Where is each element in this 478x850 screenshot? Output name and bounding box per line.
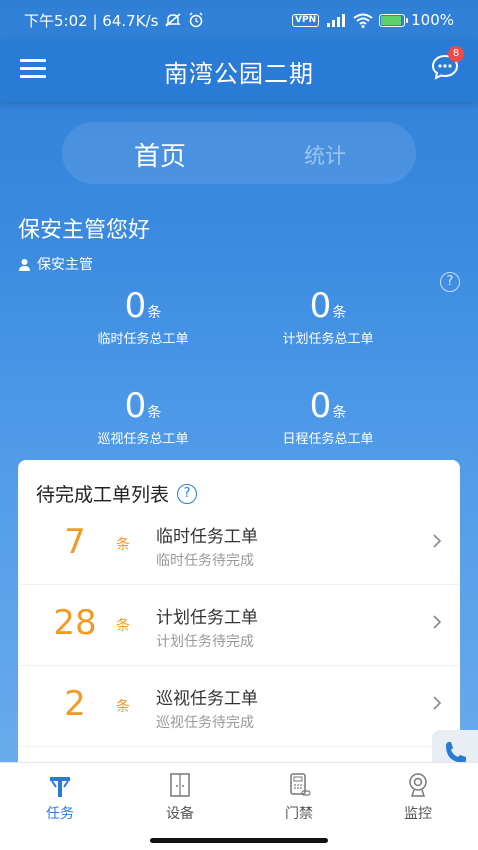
device-icon xyxy=(170,773,190,797)
access-control-icon xyxy=(290,773,311,796)
notification-badge: 8 xyxy=(448,46,464,62)
card-title-text: 待完成工单列表 xyxy=(36,484,170,506)
item-count: 28 xyxy=(53,603,97,643)
home-tabs: 首页 统计 xyxy=(62,122,416,184)
mute-icon xyxy=(165,13,182,27)
alarm-icon xyxy=(189,12,203,28)
status-bar: 下午5:02 | 64.7K/s VPN 100% xyxy=(0,0,478,40)
bottom-navigation: 任务 设备 门禁 监控 xyxy=(0,762,478,832)
stat-unit: 条 xyxy=(332,405,347,421)
stat-unit: 条 xyxy=(147,305,162,321)
item-unit: 条 xyxy=(116,699,130,715)
stat-value: 0 xyxy=(124,286,147,326)
chevron-right-icon xyxy=(433,615,442,629)
stat-planned: 0条 计划任务总工单 xyxy=(238,286,418,347)
nav-access[interactable]: 门禁 xyxy=(259,771,339,823)
list-item-planned[interactable]: 28 条 计划任务工单 计划任务待完成 xyxy=(18,585,460,666)
stat-unit: 条 xyxy=(147,405,162,421)
nav-monitor[interactable]: 监控 xyxy=(378,771,458,823)
chevron-right-icon xyxy=(433,696,442,710)
item-subtitle: 临时任务待完成 xyxy=(156,553,254,569)
stat-temporary: 0条 临时任务总工单 xyxy=(53,286,233,347)
item-title: 计划任务工单 xyxy=(156,608,258,628)
vpn-badge: VPN xyxy=(292,13,320,27)
stat-label: 临时任务总工单 xyxy=(97,332,189,347)
stat-label: 计划任务总工单 xyxy=(282,332,374,347)
stat-value: 0 xyxy=(309,386,332,426)
stat-label: 日程任务总工单 xyxy=(282,432,374,447)
item-count: 7 xyxy=(64,522,86,562)
task-icon xyxy=(50,777,70,797)
battery-icon xyxy=(379,13,409,27)
help-icon[interactable]: ? xyxy=(440,272,460,292)
item-title: 巡视任务工单 xyxy=(156,689,258,709)
app-bar: 南湾公园二期 8 xyxy=(0,40,478,102)
stat-schedule: 0条 日程任务总工单 xyxy=(238,386,418,447)
user-role-label: 保安主管 xyxy=(37,257,93,273)
wifi-icon xyxy=(353,13,373,28)
stat-unit: 条 xyxy=(332,305,347,321)
camera-icon xyxy=(409,773,427,797)
home-indicator[interactable] xyxy=(150,838,328,843)
item-unit: 条 xyxy=(116,618,130,634)
item-title: 临时任务工单 xyxy=(156,527,258,547)
item-subtitle: 巡视任务待完成 xyxy=(156,715,254,731)
status-time: 下午5:02 | 64.7K/s xyxy=(24,11,159,30)
list-item-patrol[interactable]: 2 条 巡视任务工单 巡视任务待完成 xyxy=(18,666,460,747)
list-item-temporary[interactable]: 7 条 临时任务工单 临时任务待完成 xyxy=(18,504,460,585)
tab-statistics[interactable]: 统计 xyxy=(304,140,346,170)
item-subtitle: 计划任务待完成 xyxy=(156,634,254,650)
nav-label: 监控 xyxy=(404,806,432,822)
stat-value: 0 xyxy=(309,286,332,326)
chevron-right-icon xyxy=(433,534,442,548)
nav-label: 任务 xyxy=(46,806,74,822)
battery-percent: 100% xyxy=(411,11,454,29)
pending-orders-card: 待完成工单列表 ? 7 条 临时任务工单 临时任务待完成 28 条 计划任务工单… xyxy=(18,460,460,790)
nav-tasks[interactable]: 任务 xyxy=(20,771,100,823)
user-role: 保安主管 xyxy=(18,254,93,274)
stat-label: 巡视任务总工单 xyxy=(97,432,189,447)
chat-button[interactable]: 8 xyxy=(430,46,464,82)
gesture-area xyxy=(0,832,478,850)
signal-icon xyxy=(327,14,346,27)
nav-label: 设备 xyxy=(166,806,194,822)
question-icon[interactable]: ? xyxy=(177,483,198,504)
nav-label: 门禁 xyxy=(285,806,313,822)
stat-patrol: 0条 巡视任务总工单 xyxy=(53,386,233,447)
page-title: 南湾公园二期 xyxy=(164,60,314,88)
stat-value: 0 xyxy=(124,386,147,426)
item-count: 2 xyxy=(64,684,86,724)
greeting-text: 保安主管您好 xyxy=(18,218,151,243)
tab-home[interactable]: 首页 xyxy=(134,136,186,173)
nav-devices[interactable]: 设备 xyxy=(140,771,220,823)
card-title: 待完成工单列表 ? xyxy=(36,480,198,507)
item-unit: 条 xyxy=(116,537,130,553)
user-icon xyxy=(19,258,30,271)
